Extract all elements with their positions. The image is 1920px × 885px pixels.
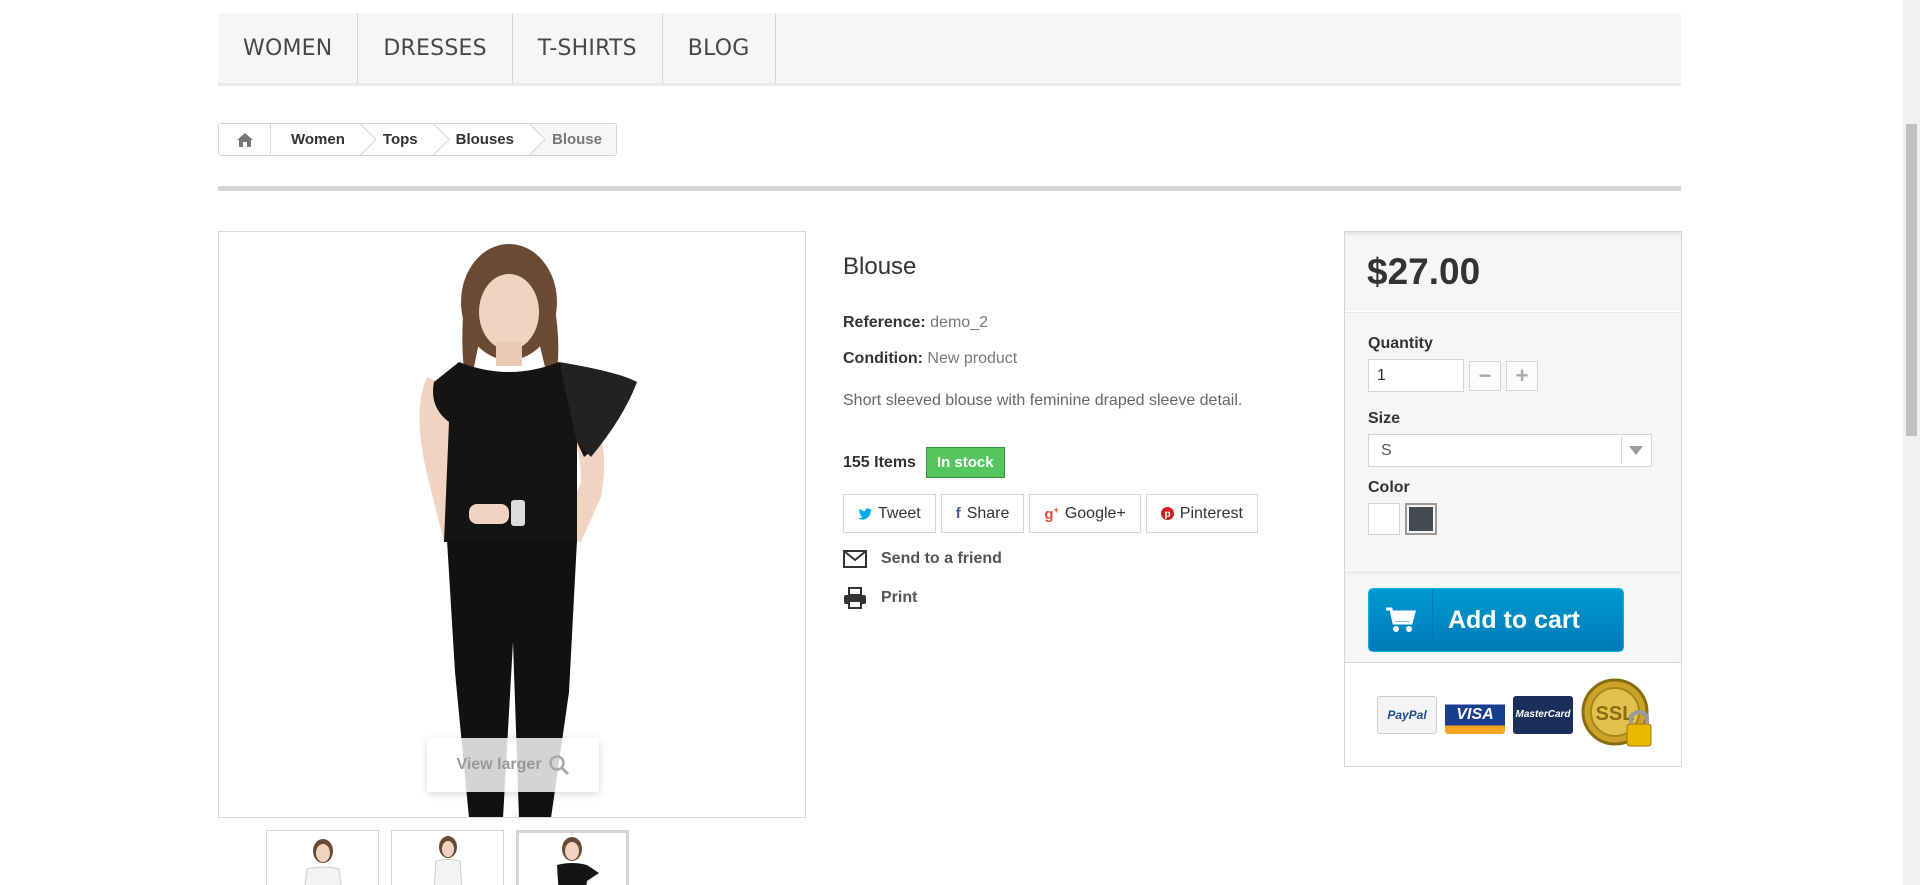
product-photo <box>419 244 637 817</box>
product-image[interactable]: View larger <box>218 231 806 818</box>
google-plus-icon: g+ <box>1044 504 1059 523</box>
quantity-stepper: 1 − + <box>1368 359 1658 392</box>
breadcrumb: Women Tops Blouses Blouse <box>218 123 617 156</box>
svg-text:p: p <box>1164 509 1170 520</box>
share-button[interactable]: f Share <box>940 494 1025 533</box>
view-larger-button[interactable]: View larger <box>427 738 599 792</box>
twitter-icon <box>858 507 872 520</box>
pinterest-icon: p <box>1160 507 1174 520</box>
add-to-cart-label: Add to cart <box>1448 605 1580 634</box>
menu-item-blog[interactable]: BLOG <box>663 13 776 83</box>
scrollbar-thumb[interactable] <box>1906 124 1917 436</box>
google-plus-button[interactable]: g+ Google+ <box>1029 494 1141 533</box>
color-swatch-white[interactable] <box>1368 503 1400 535</box>
google-plus-label: Google+ <box>1064 504 1126 522</box>
thumbnail-list <box>266 830 629 885</box>
payment-logos: PayPal VISA MasterCard SSL <box>1345 662 1681 766</box>
product-reference: Reference: demo_2 <box>843 314 988 332</box>
thumbnail-photo <box>557 837 599 885</box>
stock-badge: In stock <box>925 447 1005 478</box>
menu-item-dresses[interactable]: DRESSES <box>358 13 513 83</box>
thumbnail-2[interactable] <box>391 830 504 885</box>
home-icon <box>236 132 253 147</box>
thumbnail-3[interactable] <box>516 830 629 885</box>
minus-icon: − <box>1478 362 1492 388</box>
condition-value: New product <box>927 350 1018 367</box>
price-area: $27.00 <box>1345 232 1681 312</box>
facebook-icon: f <box>955 505 961 522</box>
cart-area: Add to cart <box>1345 570 1681 662</box>
condition-label: Condition: <box>843 350 923 367</box>
mastercard-logo: MasterCard <box>1513 695 1573 734</box>
product-condition: Condition: New product <box>843 350 1017 368</box>
cart-icon <box>1369 589 1433 651</box>
paypal-logo: PayPal <box>1377 695 1437 734</box>
color-swatch-black[interactable] <box>1405 503 1437 535</box>
quantity-increase-button[interactable]: + <box>1506 360 1538 391</box>
color-swatches <box>1368 503 1658 535</box>
chevron-down-icon <box>1621 437 1649 464</box>
tweet-button[interactable]: Tweet <box>843 494 936 533</box>
thumbnail-photo <box>433 836 463 885</box>
stock-count: 155 Items <box>843 453 916 471</box>
thumbnail-1[interactable] <box>266 830 379 885</box>
pinterest-button[interactable]: p Pinterest <box>1145 494 1258 533</box>
product-description: Short sleeved blouse with feminine drape… <box>843 392 1243 409</box>
menu-item-tshirts[interactable]: T-SHIRTS <box>513 13 663 83</box>
zoom-icon <box>548 755 569 776</box>
breadcrumb-women[interactable]: Women <box>271 124 363 155</box>
size-value: S <box>1381 441 1392 459</box>
send-to-friend-link[interactable]: Send to a friend <box>843 550 1002 568</box>
breadcrumb-label: Blouse <box>551 131 602 148</box>
breadcrumb-label: Blouses <box>455 131 514 148</box>
swatch-fill <box>1409 507 1433 531</box>
breadcrumb-blouses[interactable]: Blouses <box>435 124 532 155</box>
visa-logo: VISA <box>1445 695 1505 734</box>
thumbnail-photo <box>304 839 342 885</box>
reference-value: demo_2 <box>930 314 988 331</box>
plus-icon: + <box>1515 362 1529 388</box>
send-to-friend-label: Send to a friend <box>881 550 1002 567</box>
buy-box: $27.00 Quantity 1 − + Size S Color Add t… <box>1344 231 1682 767</box>
quantity-input[interactable]: 1 <box>1368 359 1464 392</box>
add-to-cart-button[interactable]: Add to cart <box>1368 588 1624 652</box>
stock-info: 155 Items In stock <box>843 447 1005 478</box>
menu-item-women[interactable]: WOMEN <box>218 13 359 83</box>
breadcrumb-label: Women <box>291 131 345 148</box>
reference-label: Reference: <box>843 314 926 331</box>
product-price: $27.00 <box>1367 250 1481 292</box>
print-link[interactable]: Print <box>843 587 917 609</box>
quantity-label: Quantity <box>1368 335 1433 352</box>
size-label: Size <box>1368 410 1401 427</box>
breadcrumb-home[interactable] <box>219 124 271 155</box>
tweet-label: Tweet <box>878 504 921 522</box>
product-title: Blouse <box>843 253 917 280</box>
scrollbar[interactable] <box>1903 0 1920 885</box>
envelope-icon <box>843 550 867 568</box>
size-select[interactable]: S <box>1368 434 1652 467</box>
svg-text:SSL: SSL <box>1596 703 1635 725</box>
quantity-decrease-button[interactable]: − <box>1469 360 1501 391</box>
product-options: Quantity 1 − + Size S Color <box>1345 312 1681 570</box>
color-label: Color <box>1368 479 1410 496</box>
breadcrumb-label: Tops <box>382 131 418 148</box>
product-page: WOMEN DRESSES T-SHIRTS BLOG Women Tops B… <box>0 0 1920 885</box>
print-label: Print <box>881 589 918 606</box>
printer-icon <box>844 587 866 609</box>
ssl-badge-icon: SSL <box>1581 678 1652 746</box>
pinterest-label: Pinterest <box>1179 504 1243 522</box>
social-sharing: Tweet f Share g+ Google+ p Pinterest <box>843 494 1258 533</box>
top-menu: WOMEN DRESSES T-SHIRTS BLOG <box>218 13 1681 86</box>
share-label: Share <box>966 504 1010 522</box>
view-larger-label: View larger <box>456 756 542 773</box>
section-divider <box>218 186 1681 191</box>
